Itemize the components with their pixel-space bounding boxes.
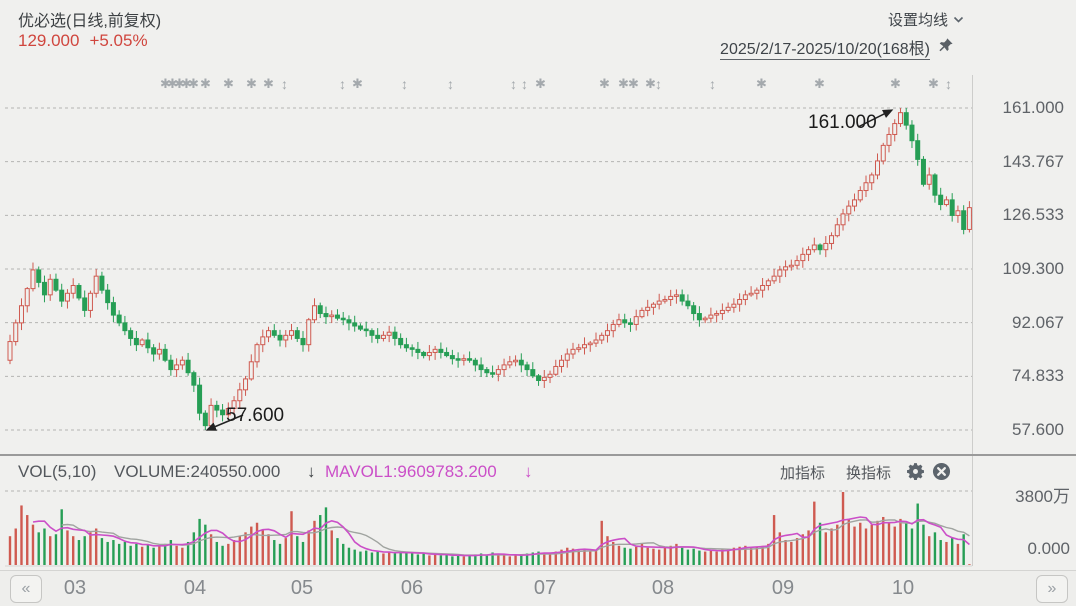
updown-marker-icon[interactable]: ↕ [521,76,528,92]
switch-indicator-button[interactable]: 换指标 [846,462,891,483]
volume-value-label: VOLUME:240550.000 [114,462,280,482]
mavol1-value-label: MAVOL1:9609783.200 [325,462,497,482]
updown-marker-icon[interactable]: ↕ [401,76,408,92]
current-price: 129.000 [18,31,79,50]
updown-marker-icon[interactable]: ↕ [655,76,662,92]
asterisk-marker-icon[interactable]: ✱ [814,76,825,92]
updown-marker-icon[interactable]: ↕ [447,76,454,92]
month-label-09: 09 [765,577,801,600]
add-indicator-button[interactable]: 加指标 [780,462,825,483]
high-price-annotation: 161.000 [808,112,877,134]
updown-marker-icon[interactable]: ↕ [281,76,288,92]
low-price-annotation: 57.600 [226,405,284,427]
volume-axis-zero-label: 0.000 [984,539,1070,559]
page-title: 优必选(日线,前复权) [18,7,161,31]
price-change: +5.05% [89,31,147,50]
price-axis-label: 74.833 [978,366,1064,386]
asterisk-marker-icon[interactable]: ✱ [756,76,767,92]
panel-divider [0,454,1076,456]
asterisk-marker-icon[interactable]: ✱ [200,76,211,92]
gear-icon[interactable] [906,462,925,481]
asterisk-marker-icon[interactable]: ✱ [628,76,639,92]
price-axis-label: 126.533 [978,205,1064,225]
price-axis-label: 161.000 [978,98,1064,118]
scroll-right-button[interactable]: » [1036,575,1068,603]
ma-settings-label: 设置均线 [888,9,948,30]
asterisk-marker-icon[interactable]: ✱ [890,76,901,92]
price-axis-label: 109.300 [978,259,1064,279]
pushpin-icon[interactable] [937,37,954,54]
month-label-05: 05 [284,577,320,600]
asterisk-marker-icon[interactable]: ✱ [188,76,199,92]
asterisk-marker-icon[interactable]: ✱ [263,76,274,92]
month-label-04: 04 [177,577,213,600]
price-axis-label: 92.067 [978,313,1064,333]
updown-marker-icon[interactable]: ↕ [709,76,716,92]
volume-down-arrow-icon: ↓ [307,462,316,482]
asterisk-marker-icon[interactable]: ✱ [352,76,363,92]
ma-settings-button[interactable]: 设置均线 [888,9,964,30]
asterisk-marker-icon[interactable]: ✱ [535,76,546,92]
month-label-06: 06 [394,577,430,600]
asterisk-marker-icon[interactable]: ✱ [246,76,257,92]
updown-marker-icon[interactable]: ↕ [510,76,517,92]
month-label-10: 10 [885,577,921,600]
asterisk-marker-icon[interactable]: ✱ [928,76,939,92]
price-axis-label: 57.600 [978,420,1064,440]
asterisk-marker-icon[interactable]: ✱ [599,76,610,92]
updown-marker-icon[interactable]: ↕ [339,76,346,92]
asterisk-marker-icon[interactable]: ✱ [223,76,234,92]
month-label-08: 08 [645,577,681,600]
vol-indicator-label[interactable]: VOL(5,10) [18,462,96,482]
current-price-row: 129.000 +5.05% [18,31,158,51]
price-axis-label: 143.767 [978,152,1064,172]
time-axis-bar: « 03 04 05 06 07 08 09 10 » [0,570,1076,606]
volume-axis-max-label: 3800万 [984,482,1070,507]
date-range-link[interactable]: 2025/2/17-2025/10/20(168根) [720,35,930,60]
month-label-03: 03 [57,577,93,600]
month-label-07: 07 [527,577,563,600]
close-indicator-icon[interactable] [932,462,951,481]
updown-marker-icon[interactable]: ↕ [945,76,952,92]
scroll-left-button[interactable]: « [10,575,42,603]
mavol1-down-arrow-icon: ↓ [524,462,533,482]
chevron-down-icon [953,16,964,24]
